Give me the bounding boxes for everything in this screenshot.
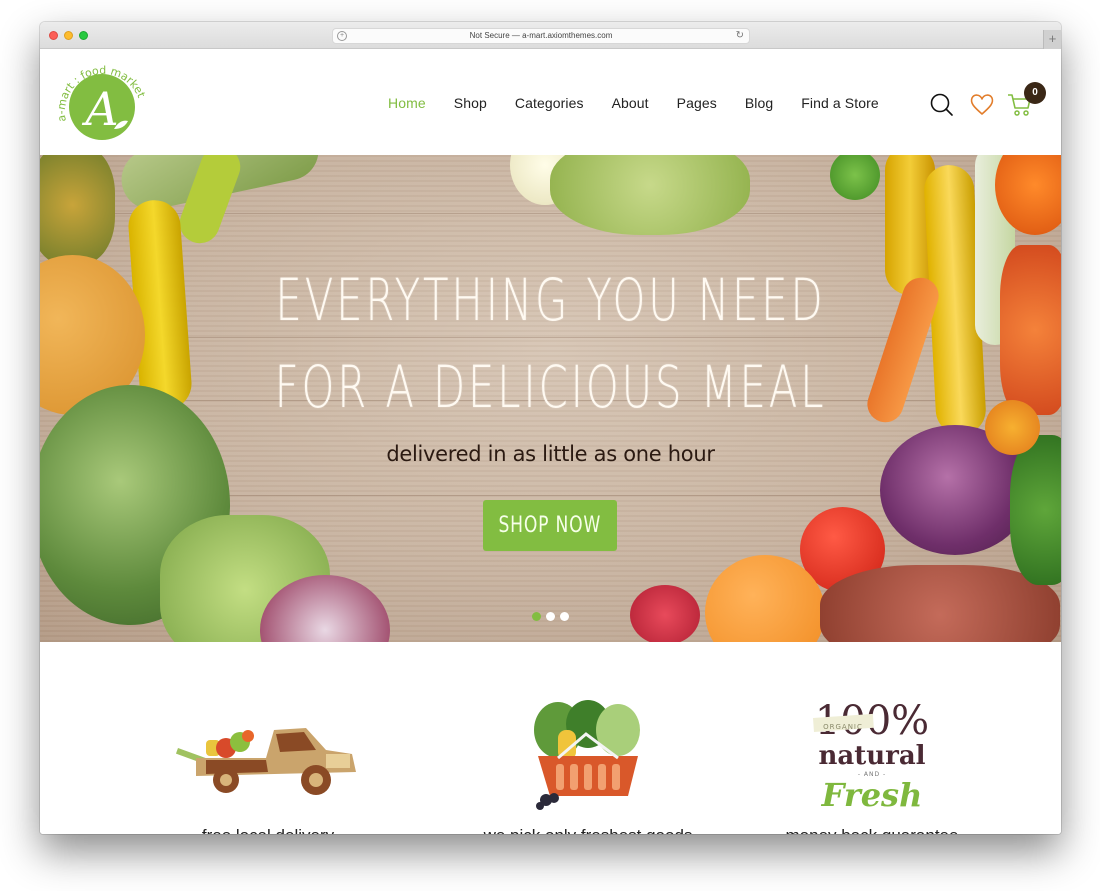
browser-window: + Not Secure — a-mart.axiomthemes.com ↻ …: [40, 22, 1061, 834]
shop-now-button[interactable]: SHOP NOW: [483, 500, 617, 551]
feature-caption: free local delivery: [138, 826, 398, 834]
new-tab-button[interactable]: +: [1043, 30, 1061, 49]
delivery-truck-icon: [176, 728, 356, 795]
slide-dot-1[interactable]: [532, 612, 541, 621]
privacy-shield-icon: +: [337, 31, 347, 41]
nav-shop[interactable]: Shop: [454, 95, 487, 111]
pineapple-image: [40, 155, 115, 265]
site-header: a-mart : food market A Home Shop Categor…: [40, 49, 1061, 155]
url-text: Not Secure — a-mart.axiomthemes.com: [469, 31, 613, 40]
search-icon[interactable]: [928, 91, 956, 119]
nav-blog[interactable]: Blog: [745, 95, 773, 111]
cherry-tomatoes-image: [1000, 245, 1061, 415]
hero-subtitle: delivered in as little as one hour: [386, 442, 715, 466]
nav-home[interactable]: Home: [388, 95, 426, 111]
feature-caption: money back guarantee: [742, 826, 1002, 834]
reload-icon[interactable]: ↻: [736, 29, 744, 43]
raspberries-image: [630, 585, 700, 642]
slide-dot-2[interactable]: [546, 612, 555, 621]
features-section: free local delivery we pick only freshes…: [40, 642, 1061, 834]
hero-title-line-2: FOR A DELICIOUS MEAL: [274, 353, 827, 421]
feature-caption: we pick only freshest goods: [458, 826, 718, 834]
close-window-button[interactable]: [49, 31, 58, 40]
cart-count-badge: 0: [1024, 82, 1046, 104]
main-nav: Home Shop Categories About Pages Blog Fi…: [388, 95, 879, 111]
slider-pagination: [532, 612, 569, 621]
minimize-window-button[interactable]: [64, 31, 73, 40]
hero-title-line-1: EVERYTHING YOU NEED: [275, 266, 826, 334]
badge-natural: natural: [818, 741, 925, 771]
nav-find-a-store[interactable]: Find a Store: [801, 95, 878, 111]
lime-image: [830, 155, 880, 200]
grapes-image: [550, 155, 750, 235]
hero-slider: EVERYTHING YOU NEED FOR A DELICIOUS MEAL…: [40, 155, 1061, 642]
a-mart-logo[interactable]: a-mart : food market A: [54, 59, 146, 143]
badge-organic-ribbon: ORGANIC: [823, 723, 863, 731]
nav-categories[interactable]: Categories: [515, 95, 584, 111]
zoom-window-button[interactable]: [79, 31, 88, 40]
browser-titlebar: + Not Secure — a-mart.axiomthemes.com ↻ …: [40, 22, 1061, 49]
nav-about[interactable]: About: [612, 95, 649, 111]
natural-fresh-badge-icon: 100% ORGANIC natural - AND - Fresh: [813, 698, 929, 814]
logo-letter: A: [81, 82, 118, 136]
shop-now-label: SHOP NOW: [498, 513, 602, 538]
vegetable-basket-icon: [534, 700, 640, 810]
heart-icon[interactable]: [968, 91, 996, 119]
badge-fresh: Fresh: [821, 776, 923, 814]
address-bar[interactable]: + Not Secure — a-mart.axiomthemes.com ↻: [332, 28, 750, 44]
slide-dot-3[interactable]: [560, 612, 569, 621]
nav-pages[interactable]: Pages: [677, 95, 717, 111]
